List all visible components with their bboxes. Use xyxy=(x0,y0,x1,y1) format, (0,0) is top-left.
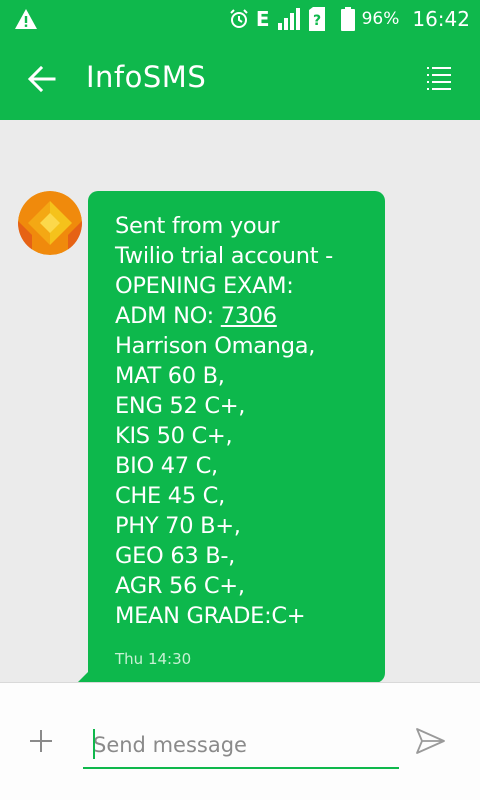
message-line: KIS 50 C+, xyxy=(115,423,233,449)
page-title: InfoSMS xyxy=(86,60,207,94)
message-timestamp: Thu 14:30 xyxy=(115,650,192,668)
sim-icon: ? xyxy=(308,7,325,31)
battery-percent: 96% xyxy=(361,9,400,29)
composer-bar xyxy=(0,682,480,800)
menu-icon[interactable] xyxy=(426,66,452,92)
battery-icon xyxy=(340,7,355,31)
plus-icon[interactable] xyxy=(28,728,54,754)
bubble-tail xyxy=(78,668,92,682)
contact-avatar-icon xyxy=(18,191,82,255)
status-bar: E ? 96% 16:42 xyxy=(0,0,480,38)
message-line: PHY 70 B+, xyxy=(115,513,241,539)
network-type: E xyxy=(255,7,270,31)
message-line: CHE 45 C, xyxy=(115,483,225,509)
message-line: AGR 56 C+, xyxy=(115,573,245,599)
message-line: ENG 52 C+, xyxy=(115,393,246,419)
message-line: OPENING EXAM: xyxy=(115,273,294,299)
message-line-adm: ADM NO: 7306 xyxy=(115,301,369,331)
adm-label: ADM NO: xyxy=(115,303,221,329)
app-bar: InfoSMS xyxy=(0,38,480,120)
message-line: Twilio trial account - xyxy=(115,243,333,269)
back-arrow-icon[interactable] xyxy=(26,63,58,95)
message-bubble[interactable]: Sent from your Twilio trial account - OP… xyxy=(88,191,385,683)
message-line: BIO 47 C, xyxy=(115,453,218,479)
text-cursor xyxy=(93,729,95,759)
message-line: Harrison Omanga, xyxy=(115,333,316,359)
message-input[interactable] xyxy=(83,723,399,769)
warning-icon xyxy=(15,9,37,29)
message-line: Sent from your xyxy=(115,213,280,239)
signal-icon xyxy=(277,8,300,30)
message-thread[interactable]: Sent from your Twilio trial account - OP… xyxy=(0,120,480,683)
message-line: MAT 60 B, xyxy=(115,363,225,389)
message-line: MEAN GRADE:C+ xyxy=(115,603,306,629)
send-icon[interactable] xyxy=(414,725,446,757)
status-time: 16:42 xyxy=(412,7,470,31)
svg-text:?: ? xyxy=(313,13,321,29)
adm-number-link[interactable]: 7306 xyxy=(221,303,277,329)
message-line: GEO 63 B-, xyxy=(115,543,236,569)
avatar[interactable] xyxy=(18,191,82,255)
alarm-icon xyxy=(230,9,248,28)
